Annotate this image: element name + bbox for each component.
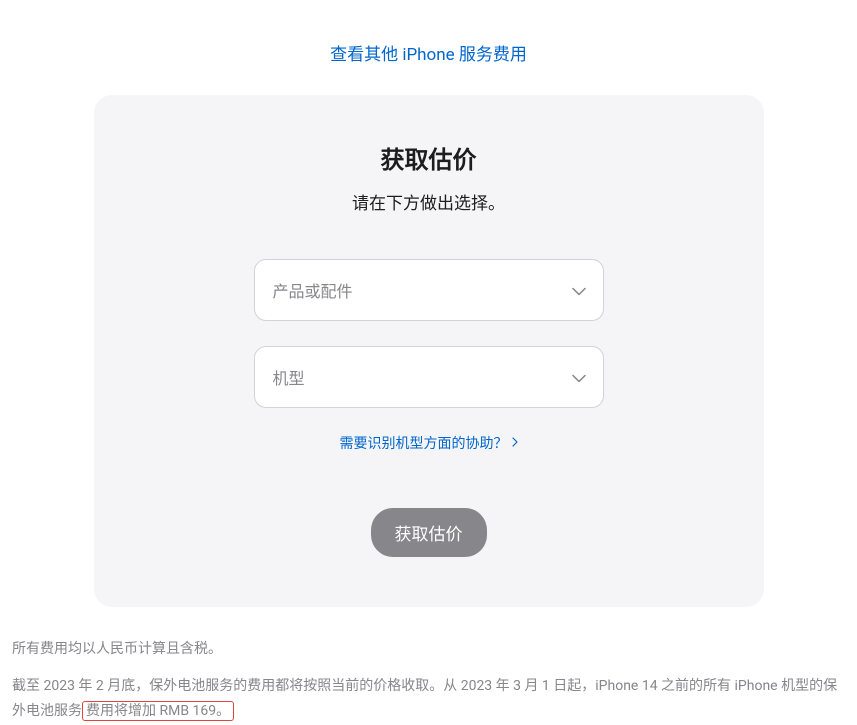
footer-line-1: 所有费用均以人民币计算且含税。 (12, 637, 845, 662)
model-select[interactable]: 机型 (254, 346, 604, 408)
other-service-fees-link[interactable]: 查看其他 iPhone 服务费用 (330, 45, 527, 65)
product-select[interactable]: 产品或配件 (254, 259, 604, 321)
card-title: 获取估价 (144, 140, 714, 175)
footer-line-2: 截至 2023 年 2 月底，保外电池服务的费用都将按照当前的价格收取。从 20… (12, 674, 845, 724)
model-help-link[interactable]: 需要识别机型方面的协助？ (340, 433, 518, 453)
help-link-label: 需要识别机型方面的协助？ (340, 433, 508, 453)
get-estimate-button[interactable]: 获取估价 (371, 508, 487, 557)
model-select-wrapper: 机型 (254, 346, 604, 408)
chevron-right-icon (512, 435, 518, 451)
price-increase-highlight: 费用将增加 RMB 169。 (82, 701, 234, 721)
product-select-wrapper: 产品或配件 (254, 259, 604, 321)
estimate-card: 获取估价 请在下方做出选择。 产品或配件 机型 需要识别机型方面的协助？ 获取估… (94, 95, 764, 607)
footer-text: 所有费用均以人民币计算且含税。 截至 2023 年 2 月底，保外电池服务的费用… (0, 607, 857, 725)
card-subtitle: 请在下方做出选择。 (144, 189, 714, 214)
